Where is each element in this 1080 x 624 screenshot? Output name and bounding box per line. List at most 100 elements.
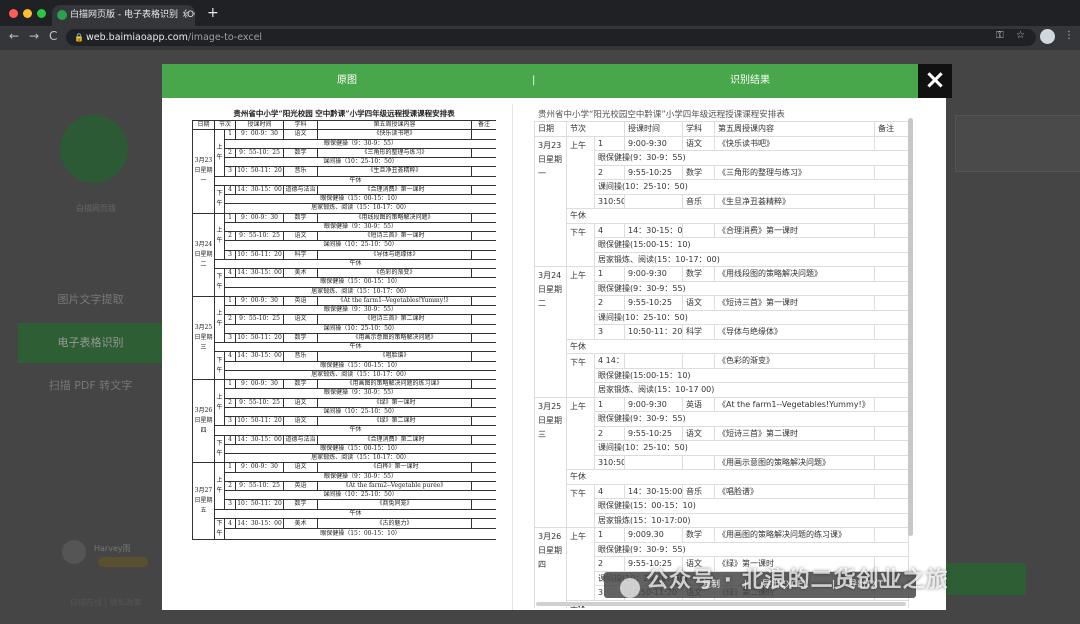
result-content-cell: 眼保健操(9：30-9：55) [594, 280, 909, 296]
time-cell: 10：50-11：20 [235, 499, 285, 510]
sidebar-item-image-text[interactable]: 图片文字提取 [18, 280, 163, 320]
note-cell [471, 184, 496, 196]
result-subject-cell: 数学 [682, 164, 715, 180]
result-content-cell: 眼保健操(15:00-15：10) [594, 237, 909, 253]
result-row: 下午 4 14：30-15:00 音乐 《唱脸谱》 [535, 483, 909, 528]
note-cell [471, 314, 496, 325]
result-subject-cell: 语文 [682, 295, 715, 311]
period-cell: 1 [223, 212, 237, 223]
modal-header: 原图 | 识别结果 [162, 64, 946, 98]
table-row: 居家锻炼、阅读（15：10-17：00） [193, 369, 496, 381]
table-row: 午休 [193, 425, 496, 436]
tab-close-icon[interactable]: × [181, 5, 189, 26]
favicon-icon [57, 10, 67, 20]
content-cell: 《生旦净丑荟精粹》 [317, 166, 473, 177]
note-cell [471, 129, 496, 140]
subject-cell: 数学 [283, 212, 319, 223]
background-panel [955, 115, 1080, 172]
browser-tab[interactable]: 白描网页版 - 电子表格识别（OC × [52, 5, 195, 26]
sidebar-item-table-ocr[interactable]: 电子表格识别 [18, 323, 163, 363]
table-row: 2 9：55-10：25 语文 《短诗三首》第一课时 [193, 230, 496, 242]
content-cell: 眼保健操（9：30-9：55） [223, 388, 496, 399]
footer-text: 白描在线 | 隐私政策 [70, 598, 142, 607]
sidebar-item-pdf[interactable]: 扫描 PDF 转文字 [18, 366, 163, 406]
noon-cell: 午休 [213, 258, 496, 270]
result-session-cell: 上午 [566, 527, 595, 601]
content-cell: 课间操（10：25-10：50） [223, 240, 496, 251]
address-bar[interactable]: 🔒 web.baimiaoapp.com/image-to-excel [66, 29, 1036, 46]
result-session-cell: 上午 [566, 396, 595, 470]
content-cell: 《用线段图的策略解决问题》 [317, 212, 473, 223]
content-cell: 《合理消费》第二课时 [317, 434, 473, 445]
result-content-cell: 《快乐读书吧》 [714, 135, 875, 151]
close-modal-button[interactable]: × [918, 64, 952, 98]
table-row: 课间操（10：25-10：50） [193, 489, 496, 501]
result-row: 3月24日星期二 上午 1 9:00-9:30 数学 《用线段图的策略解决问题》 [534, 266, 909, 398]
result-period-cell: 1 [594, 135, 625, 151]
period-cell: 1 [223, 295, 237, 307]
horizontal-scrollbar[interactable] [536, 602, 906, 606]
time-cell: 9：55-10：25 [235, 480, 285, 492]
session-cell: 上午 [214, 212, 225, 260]
time-cell: 9：00-9：30 [235, 129, 285, 140]
key-icon[interactable]: ⚿ [996, 30, 1004, 41]
table-row: 3月24日星期二 上午 1 9：00-9：30 数学 《用线段图的策略解决问题》 [192, 212, 496, 297]
tab-result[interactable]: 识别结果 [554, 64, 946, 98]
reload-icon[interactable]: C [49, 29, 57, 43]
time-cell: 9：55-10：25 [235, 230, 285, 242]
url-path: /image-to-excel [187, 32, 263, 43]
table-row: 眼保健操（15：00-15：10） [193, 443, 496, 455]
table-row: 课间操（10：25-10：50） [193, 156, 496, 168]
menu-icon[interactable]: ⋮ [1064, 30, 1074, 41]
content-cell: 《At the farm1--Vegetables!Yummy!》 [317, 295, 473, 307]
content-cell: 《三角形的整理与练习》 [317, 147, 473, 159]
maximize-window-button[interactable] [37, 9, 46, 18]
time-cell: 9：55-10：25 [235, 397, 285, 408]
result-note-cell [874, 454, 909, 470]
content-cell: 《商兔同笼》 [317, 499, 473, 510]
note-cell [471, 480, 496, 492]
forward-arrow-icon[interactable]: → [29, 29, 39, 43]
time-cell: 9：00-9：30 [235, 212, 285, 223]
result-scrollbar[interactable] [908, 118, 913, 536]
table-row: 眼保健操（15：00-15：10） [193, 528, 496, 540]
star-icon[interactable]: ☆ [1016, 30, 1025, 41]
subject-cell: 数学 [283, 378, 319, 390]
content-cell: 《快乐读书吧》 [317, 129, 473, 140]
time-cell: 14：30-15：00 [235, 517, 285, 530]
content-cell: 课间操（10：25-10：50） [223, 406, 496, 418]
result-content-cell: 《短诗三首》第二课时 [714, 425, 875, 441]
close-window-button[interactable] [9, 9, 18, 18]
day-cell: 3月25日星期三 [192, 295, 215, 381]
result-day-cell: 3月23日星期一 [534, 135, 567, 267]
content-cell: 眼保健操（9：30-9：55） [223, 304, 496, 316]
result-content-cell: 眼保健操(15：00-15：10) [594, 498, 909, 514]
result-content-cell: 眼保健操(9：30-9：55) [594, 541, 909, 557]
original-image: 贵州省中小学“阳光校园 空中黔课”小学四年级远程授课课程安排表 日期 节次 授课时间… [192, 108, 496, 608]
content-cell: 眼保健操（15：00-15：10） [223, 528, 496, 540]
result-content-cell: 《用画示意图的策略解决问题》 [714, 454, 875, 470]
header-cell: 第五周授课内容 [317, 119, 473, 131]
table-row: 课间操（10：25-10：50） [193, 323, 496, 334]
content-cell: 《绿》第一课时 [317, 397, 473, 408]
minimize-window-button[interactable] [23, 9, 32, 18]
back-arrow-icon[interactable]: ← [9, 29, 19, 43]
result-note-cell [874, 324, 909, 340]
result-session-cell: 上午 [566, 135, 595, 209]
result-panel: 贵州省中小学“阳光校园空中黔课”小学四年级远程授课课程安排表 日期 节次 授课时间学… [534, 104, 914, 608]
table-header-row: 日期 节次 授课时间 学科 第五周授课内容 备注 [192, 119, 496, 131]
content-cell: 居家锻炼、阅读（15：10-17：00） [223, 452, 496, 464]
tab-original[interactable]: 原图 [162, 64, 532, 98]
user-avatar[interactable] [62, 540, 86, 564]
period-cell: 4 [223, 184, 237, 196]
result-row: 3月25日星期三 上午 1 9:00-9:30 英语 《At the farm1--Veg… [534, 396, 909, 528]
result-note-cell [874, 164, 909, 180]
period-cell: 1 [223, 129, 237, 140]
profile-avatar[interactable] [1040, 29, 1055, 44]
period-cell: 3 [223, 499, 237, 510]
original-table: 日期 节次 授课时间 学科 第五周授课内容 备注 3月23日星期一 上午 1 9：00-9：30 语… [192, 119, 496, 540]
new-tab-button[interactable]: + [207, 5, 219, 21]
result-content-cell: 课间操(10：25-10：50) [594, 179, 909, 195]
result-content-cell: 课间操(10：25-10：50) [594, 440, 909, 456]
note-cell [471, 499, 496, 510]
